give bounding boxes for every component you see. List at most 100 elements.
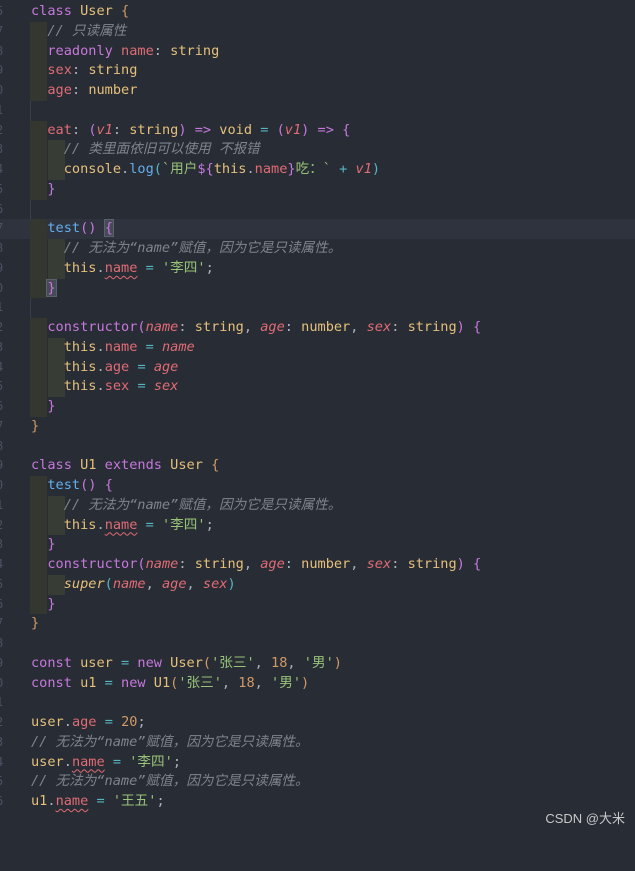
keyword-class: class: [31, 457, 72, 474]
code-line[interactable]: 8: [0, 634, 635, 654]
code-line-current[interactable]: 7 test() {: [0, 219, 635, 239]
line-number: 7: [0, 219, 12, 239]
class-name: U1: [80, 457, 97, 474]
line-number: 9: [0, 654, 12, 674]
code-line[interactable]: 5 this.sex = sex: [0, 377, 635, 397]
line-number: 9: [0, 61, 12, 81]
code-line[interactable]: 5 class User {: [0, 2, 635, 22]
identifier: console: [63, 161, 122, 177]
code-line[interactable]: 7 }: [0, 417, 635, 437]
keyword-constructor: constructor: [47, 556, 138, 572]
code-line[interactable]: 4 this.age = age: [0, 357, 635, 378]
code-line[interactable]: 6 }: [0, 594, 635, 615]
code-line[interactable]: 2 user.age = 20;: [0, 713, 635, 733]
code-line[interactable]: 1: [0, 298, 635, 318]
parameter: name: [112, 575, 146, 592]
code-line[interactable]: 0 const u1 = new U1('张三', 18, '男'): [0, 674, 635, 694]
code-line[interactable]: 6 u1.name = '王五';: [0, 792, 635, 812]
code-line[interactable]: 5 }: [0, 179, 635, 200]
property-error[interactable]: name: [105, 260, 138, 276]
matched-brace: {: [103, 219, 114, 238]
code-line[interactable]: 6: [0, 199, 635, 220]
code-line[interactable]: 3 }: [0, 535, 635, 555]
line-number: 3: [0, 535, 12, 555]
code-line[interactable]: 0 }: [0, 278, 635, 299]
variable: user: [31, 714, 64, 730]
function-name: log: [129, 161, 154, 177]
line-number: 0: [0, 81, 12, 101]
code-line[interactable]: 9 this.name = '李四';: [0, 258, 635, 279]
keyword-new: new: [137, 654, 162, 671]
code-line[interactable]: 8 readonly name: string: [0, 41, 635, 62]
code-line[interactable]: 9 const user = new User('张三', 18, '男'): [0, 654, 635, 674]
code-line[interactable]: 4 console.log(`用户${this.name}吃：` + v1): [0, 160, 635, 180]
line-number: 9: [0, 456, 12, 476]
code-line[interactable]: 7 }: [0, 614, 635, 634]
parameter: name: [162, 338, 195, 355]
line-number: 3: [0, 338, 12, 358]
comment: // 无法为“name”赋值，因为它是只读属性。: [63, 496, 342, 513]
line-number: 0: [0, 476, 12, 496]
property-error[interactable]: name: [56, 793, 89, 809]
variable: user: [80, 654, 113, 671]
template-interp: ${: [197, 161, 214, 177]
line-number: 6: [0, 595, 12, 615]
code-line[interactable]: 3 this.name = name: [0, 337, 635, 358]
line-number: 2: [0, 121, 12, 141]
property-error[interactable]: name: [105, 517, 138, 533]
variable: u1: [31, 793, 48, 809]
parameter: name: [145, 319, 179, 335]
string: '男': [303, 654, 334, 671]
comment: // 只读属性: [47, 22, 127, 39]
code-line[interactable]: 6 }: [0, 397, 635, 417]
parameter: sex: [202, 575, 228, 592]
code-line[interactable]: 0 test() {: [0, 476, 635, 496]
property: age: [71, 714, 97, 730]
code-line[interactable]: 3 // 类里面依旧可以使用 不报错: [0, 140, 635, 160]
number: 18: [238, 674, 255, 691]
line-number: 1: [0, 101, 12, 121]
line-number: 5: [0, 377, 12, 397]
code-line[interactable]: 2 this.name = '李四';: [0, 515, 635, 536]
comment: // 类里面依旧可以使用 不报错: [63, 141, 260, 158]
code-line[interactable]: 3 // 无法为“name”赋值，因为它是只读属性。: [0, 733, 635, 753]
code-line[interactable]: 5 // 无法为“name”赋值，因为它是只读属性。: [0, 772, 635, 792]
line-number: 6: [0, 792, 12, 812]
code-line[interactable]: 9 class U1 extends User {: [0, 456, 635, 476]
property-error[interactable]: name: [72, 754, 105, 770]
code-line[interactable]: 5 super(name, age, sex): [0, 574, 635, 595]
line-number: 1: [0, 298, 12, 318]
type: void: [219, 121, 253, 138]
operator: +: [339, 161, 348, 177]
code-line[interactable]: 2 eat: (v1: string) => void = (v1) => {: [0, 120, 635, 141]
line-number: 5: [0, 575, 12, 595]
line-number: 2: [0, 713, 12, 733]
code-line[interactable]: 4 user.name = '李四';: [0, 753, 635, 773]
string: '王五': [112, 793, 157, 809]
watermark: CSDN @大米: [545, 811, 625, 826]
code-line[interactable]: 0 age: number: [0, 81, 635, 101]
line-number: 7: [0, 22, 12, 42]
code-line[interactable]: 2 constructor(name: string, age: number,…: [0, 318, 635, 338]
keyword-super: super: [63, 575, 105, 592]
code-line[interactable]: 4 constructor(name: string, age: number,…: [0, 555, 635, 575]
code-line[interactable]: 1: [0, 100, 635, 121]
code-line[interactable]: 1: [0, 693, 635, 713]
parameter: v1: [355, 161, 372, 177]
variable: u1: [80, 674, 97, 691]
code-line[interactable]: 1 // 无法为“name”赋值，因为它是只读属性。: [0, 495, 635, 516]
indent-guide: [30, 298, 31, 318]
code-editor[interactable]: 5 class User { 7 // 只读属性 8 readonly name…: [0, 2, 635, 812]
parameter: age: [161, 575, 187, 592]
code-line[interactable]: 9 sex: string: [0, 61, 635, 81]
this-keyword: this: [63, 516, 97, 533]
line-number: 4: [0, 358, 12, 378]
type: string: [129, 121, 179, 138]
class-name: User: [170, 457, 203, 474]
parameter: sex: [153, 378, 179, 395]
code-line[interactable]: 8 // 无法为“name”赋值，因为它是只读属性。: [0, 239, 635, 259]
parameter: sex: [366, 319, 392, 335]
keyword-new: new: [121, 674, 146, 691]
code-line[interactable]: 8: [0, 437, 635, 457]
code-line[interactable]: 7 // 只读属性: [0, 21, 635, 42]
